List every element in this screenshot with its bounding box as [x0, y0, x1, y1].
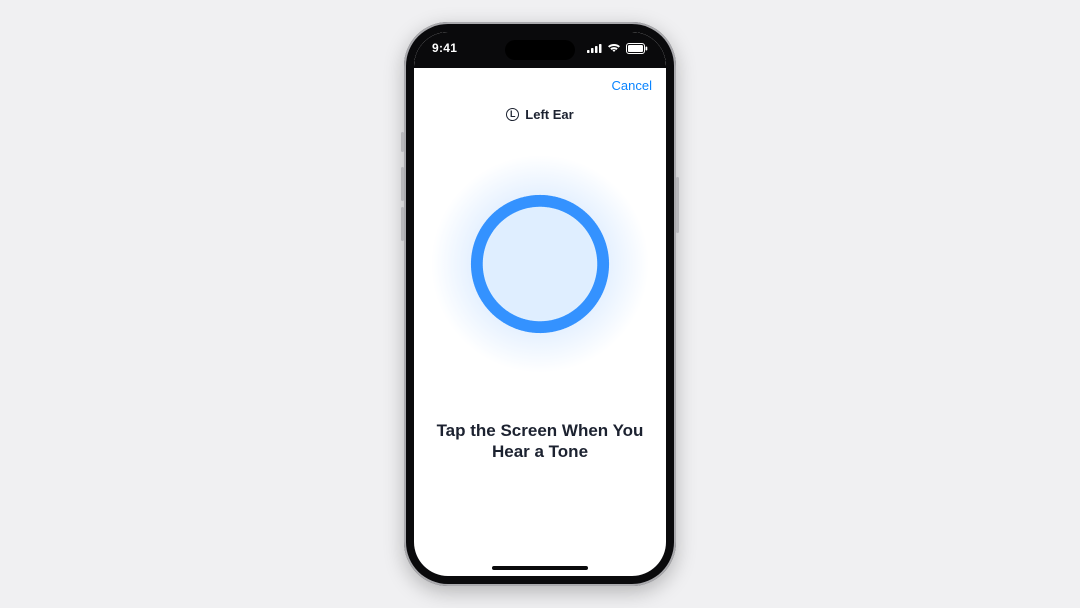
nav-row: Cancel [414, 68, 666, 93]
phone-screen[interactable]: 9:41 [414, 32, 666, 576]
dynamic-island [505, 40, 575, 60]
ring-ticks-icon [466, 190, 614, 338]
instruction-line-2: Hear a Tone [492, 442, 588, 461]
phone-frame: 9:41 [404, 22, 676, 586]
cellular-signal-icon [587, 43, 602, 53]
home-indicator [492, 566, 588, 570]
left-ear-icon: L [506, 108, 519, 121]
tone-indicator[interactable] [414, 144, 666, 384]
wifi-icon [607, 43, 621, 53]
side-button [676, 177, 679, 233]
instruction-text: Tap the Screen When You Hear a Tone [414, 420, 666, 463]
instruction-line-1: Tap the Screen When You [437, 421, 644, 440]
volume-up-button [401, 167, 404, 201]
ear-label: Left Ear [525, 107, 573, 122]
cancel-button[interactable]: Cancel [612, 78, 652, 93]
stage: 9:41 [0, 0, 1080, 608]
ear-label-row: L Left Ear [414, 107, 666, 122]
status-indicators [587, 43, 648, 54]
volume-down-button [401, 207, 404, 241]
mute-switch [401, 132, 404, 152]
status-time: 9:41 [432, 41, 457, 55]
battery-icon [626, 43, 648, 54]
app-content[interactable]: Cancel L Left Ear Tap the Screen When Yo… [414, 68, 666, 576]
